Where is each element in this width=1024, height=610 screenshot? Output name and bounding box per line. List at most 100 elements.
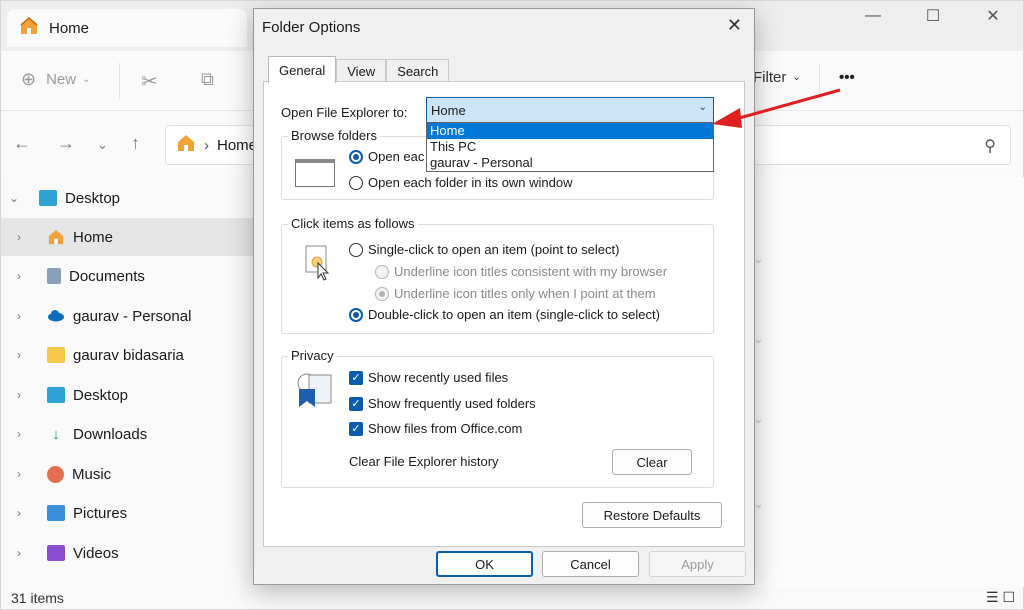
sidebar-item-user-folder[interactable]: › gaurav bidasaria [1,336,257,374]
radio-double-click[interactable]: Double-click to open an item (single-cli… [349,307,660,322]
sidebar-item-downloads[interactable]: › ↓ Downloads [1,415,257,453]
radio-label: Underline icon titles only when I point … [394,286,656,301]
chevron-right-icon: › [17,309,21,323]
close-window-icon[interactable]: ✕ [963,1,1023,31]
chevron-right-icon: › [17,388,21,402]
checkmark-icon: ✓ [349,421,363,436]
home-icon [47,229,65,245]
sidebar-item-label: Videos [73,544,119,562]
search-icon: ⚲ [984,138,996,155]
folder-icon [47,347,65,363]
sidebar-item-label: Music [72,465,112,483]
chevron-right-icon: › [17,230,21,244]
privacy-title: Privacy [288,348,337,363]
checkbox-label: Show recently used files [368,370,509,385]
home-icon [176,133,196,157]
tab-search[interactable]: Search [386,59,450,83]
chevron-down-icon: ⌄ [82,74,91,85]
chevron-right-icon: › [17,546,21,560]
sidebar-item-videos[interactable]: › Videos [1,534,257,572]
sidebar-item-label: Home [73,228,114,246]
close-icon[interactable]: ✕ [727,15,742,36]
red-arrow-annotation-icon [712,88,841,128]
sidebar-item-desktop[interactable]: › Desktop [1,376,257,414]
privacy-files-icon [295,369,335,414]
apply-button[interactable]: Apply [649,551,746,577]
open-explorer-select[interactable]: Home ⌄ [426,97,714,123]
dropdown-option-home[interactable]: Home [427,123,713,139]
navigation-pane: ⌄ Desktop › Home › Documents › gaurav - … [1,177,257,587]
radio-open-own-window[interactable]: Open each folder in its own window [349,175,573,190]
up-arrow-icon[interactable]: ↑ [131,133,140,154]
forward-arrow-icon[interactable]: → [57,133,75,154]
tab-home[interactable]: Home [7,9,247,47]
tab-view[interactable]: View [336,59,387,83]
home-icon [19,16,39,40]
restore-defaults-button[interactable]: Restore Defaults [582,502,722,528]
dialog-tabs: General View Search [268,56,450,83]
sidebar-item-onedrive[interactable]: › gaurav - Personal [1,297,257,335]
radio-label: Single-click to open an item (point to s… [368,242,620,257]
checkbox-frequent-folders[interactable]: ✓ Show frequently used folders [349,396,536,411]
chevron-right-icon: › [17,348,21,362]
radio-underline-point[interactable]: Underline icon titles only when I point … [375,286,656,301]
chevron-down-icon: ⌄ [698,102,707,113]
more-options-icon[interactable]: ••• [839,69,855,86]
desktop-icon [39,190,57,206]
radio-underline-browser[interactable]: Underline icon titles consistent with my… [375,264,667,279]
breadcrumb-home[interactable]: Home [217,137,257,154]
chevron-right-icon: › [17,506,21,520]
new-button[interactable]: ⊕ New ⌄ [21,69,91,90]
chevron-right-icon: › [204,136,209,154]
clear-history-label: Clear File Explorer history [349,454,499,469]
chevron-down-icon: ⌄ [9,191,20,205]
sidebar-item-desktop-root[interactable]: ⌄ Desktop [1,179,257,217]
checkbox-label: Show frequently used folders [368,396,536,411]
dropdown-option-this-pc[interactable]: This PC [427,139,713,155]
folder-options-dialog: Folder Options ✕ General View Search Ope… [253,8,755,585]
sidebar-item-pictures[interactable]: › Pictures [1,494,257,532]
open-explorer-label: Open File Explorer to: [281,105,408,120]
sidebar-item-label: Desktop [65,189,121,207]
clear-history-button[interactable]: Clear [612,449,692,475]
dropdown-option-onedrive[interactable]: gaurav - Personal [427,155,713,171]
plus-circle-icon: ⊕ [21,69,37,89]
radio-label: Double-click to open an item (single-cli… [368,307,660,322]
checkbox-office-files[interactable]: ✓ Show files from Office.com [349,421,522,436]
cursor-click-icon [304,245,332,286]
recent-locations-icon[interactable]: ⌄ [97,137,108,153]
window-icon [295,159,335,187]
view-toggle-icons[interactable]: ☰ ☐ [986,589,1015,606]
copy-icon[interactable]: ⧉ [201,69,214,90]
radio-open-same-window[interactable]: Open eac [349,149,424,164]
ok-button[interactable]: OK [436,551,533,577]
maximize-icon[interactable]: ☐ [903,1,963,31]
sidebar-item-label: gaurav - Personal [73,307,192,325]
search-input[interactable]: ⚲ [741,125,1011,165]
chevron-down-icon: ⌄ [792,72,801,83]
tab-general[interactable]: General [268,56,337,83]
browse-folders-title: Browse folders [288,128,380,143]
dialog-title: Folder Options [262,19,361,36]
checkbox-recent-files[interactable]: ✓ Show recently used files [349,370,508,385]
items-count: 31 items [11,590,64,606]
new-label: New [46,71,77,88]
select-value: Home [431,102,466,118]
click-items-group: Click items as follows Single-click to o… [281,216,714,334]
chevron-right-icon: › [17,467,21,481]
minimize-icon[interactable]: — [843,1,903,31]
sidebar-item-documents[interactable]: › Documents [1,257,257,295]
filter-button[interactable]: Filter ⌄ [753,69,801,86]
radio-single-click[interactable]: Single-click to open an item (point to s… [349,242,619,257]
chevron-right-icon: › [17,427,21,441]
back-arrow-icon[interactable]: ← [13,133,31,154]
onedrive-icon [47,308,65,324]
general-tab-page: Open File Explorer to: Browse folders Op… [263,81,745,547]
sidebar-item-music[interactable]: › Music [1,455,257,493]
radio-label: Open eac [368,149,425,164]
cut-icon[interactable]: ✂ [141,69,158,94]
sidebar-item-home[interactable]: › Home [1,218,257,256]
click-items-title: Click items as follows [288,216,418,231]
cancel-button[interactable]: Cancel [542,551,639,577]
filter-label: Filter [753,69,787,86]
